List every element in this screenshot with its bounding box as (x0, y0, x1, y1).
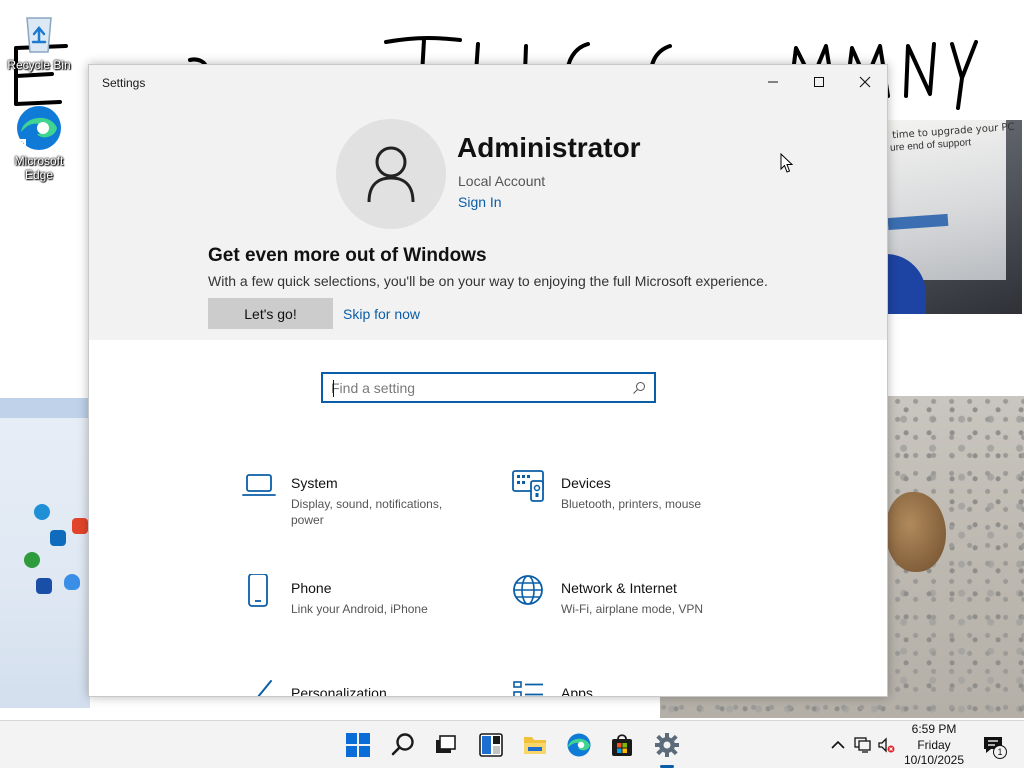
category-description: Link your Android, iPhone (291, 602, 428, 616)
category-network-internet[interactable]: Network & Internet Wi-Fi, airplane mode,… (511, 574, 751, 644)
settings-window: Settings Administrator Local Account Sig… (88, 64, 888, 697)
monitor-photo-bar (887, 213, 949, 231)
background-windows-wallpaper (0, 398, 90, 708)
search-icon (391, 733, 414, 756)
apps-list-icon (513, 681, 543, 696)
mouse-cursor-icon (780, 153, 794, 173)
windows-logo-icon (346, 733, 370, 757)
edge-button[interactable] (561, 727, 597, 763)
file-explorer-button[interactable] (517, 727, 553, 763)
edge-icon (16, 106, 61, 150)
mini-store-icon (36, 578, 52, 594)
category-devices[interactable]: Devices Bluetooth, printers, mouse (511, 469, 751, 539)
category-name: Apps (561, 685, 593, 697)
search-input[interactable] (331, 378, 621, 398)
text-caret (333, 380, 334, 397)
sign-in-link[interactable]: Sign In (458, 194, 502, 210)
laptop-icon (242, 474, 276, 496)
mini-office-icon (72, 518, 88, 534)
taskbar-clock[interactable]: 6:59 PM Friday 10/10/2025 (898, 722, 970, 768)
store-button[interactable] (604, 727, 640, 763)
window-titlebar[interactable]: Settings (89, 65, 887, 99)
search-box[interactable] (321, 372, 656, 403)
mini-xbox-icon (24, 552, 40, 568)
background-monitor-photo: time to upgrade your PC ure end of suppo… (886, 120, 1022, 314)
paint-brush-icon (257, 680, 272, 696)
category-name: Network & Internet (561, 580, 677, 596)
avatar (336, 119, 446, 229)
notification-count-badge: 1 (993, 745, 1007, 759)
globe-icon (513, 575, 543, 605)
mini-onedrive-icon (64, 574, 80, 590)
monitor-photo-screen: time to upgrade your PC ure end of suppo… (886, 120, 1015, 280)
search-icon[interactable] (632, 381, 646, 395)
close-icon (859, 76, 871, 88)
volume-tray-button[interactable] (876, 735, 896, 755)
clock-date: 10/10/2025 (903, 753, 965, 767)
edge-icon (567, 733, 591, 757)
promo-banner: Get even more out of Windows With a few … (89, 245, 887, 340)
mini-outlook-icon (50, 530, 66, 546)
chevron-up-icon (831, 740, 845, 749)
category-name: Phone (291, 580, 332, 596)
promo-title: Get even more out of Windows (208, 245, 487, 266)
skip-for-now-link[interactable]: Skip for now (343, 306, 420, 322)
mini-edge-icon (34, 504, 50, 520)
profile-header: Administrator Local Account Sign In (89, 99, 887, 245)
category-description: Bluetooth, printers, mouse (561, 497, 702, 511)
start-button[interactable] (340, 727, 376, 763)
close-button[interactable] (842, 65, 887, 99)
account-type: Local Account (458, 173, 546, 189)
category-name: System (291, 475, 338, 491)
recycle-bin-icon (26, 17, 52, 53)
category-name: Personalization (291, 685, 387, 697)
gear-icon (655, 733, 679, 757)
category-description: Display, sound, notifications, power (291, 497, 443, 527)
clock-time: 6:59 PM (911, 722, 957, 736)
category-apps[interactable]: Apps (511, 679, 751, 697)
wallpaper-top-band (0, 398, 90, 418)
maximize-icon (814, 77, 824, 87)
maximize-button[interactable] (796, 65, 842, 99)
task-view-button[interactable] (427, 727, 463, 763)
category-system[interactable]: System Display, sound, notifications, po… (241, 469, 481, 539)
category-description: Wi-Fi, airplane mode, VPN (561, 602, 704, 616)
category-phone[interactable]: Phone Link your Android, iPhone (241, 574, 481, 644)
desktop-icon-edge[interactable]: Microsoft Edge (3, 104, 75, 182)
show-hidden-icons-button[interactable] (828, 735, 848, 755)
network-icon (854, 737, 871, 753)
widgets-button[interactable] (473, 727, 509, 763)
settings-taskbar-button[interactable] (649, 727, 685, 763)
category-name: Devices (561, 475, 611, 491)
folder-icon (524, 737, 546, 754)
promo-text: With a few quick selections, you'll be o… (208, 273, 768, 289)
desktop-icon-label: Microsoft Edge (14, 154, 64, 182)
widgets-icon (479, 733, 503, 757)
minimize-button[interactable] (750, 65, 796, 99)
taskbar: 6:59 PM Friday 10/10/2025 1 (0, 720, 1024, 768)
window-title: Settings (102, 76, 146, 90)
desktop-icon-label: Recycle Bin (7, 58, 71, 72)
task-view-icon (436, 735, 456, 753)
taskbar-search-button[interactable] (385, 727, 421, 763)
user-name: Administrator (457, 132, 641, 163)
volume-muted-icon (878, 737, 895, 753)
gravel-photo-rock (886, 492, 946, 572)
keyboard-devices-icon (512, 470, 544, 502)
network-tray-button[interactable] (852, 735, 872, 755)
desktop-icon-recycle-bin[interactable]: Recycle Bin (3, 8, 75, 72)
category-personalization[interactable]: Personalization (241, 679, 481, 697)
clock-day: Friday (917, 737, 951, 752)
minimize-icon (768, 81, 778, 83)
store-icon (612, 734, 632, 756)
user-avatar-icon (367, 146, 415, 203)
lets-go-button[interactable]: Let's go! (208, 298, 333, 329)
phone-icon (248, 574, 268, 607)
